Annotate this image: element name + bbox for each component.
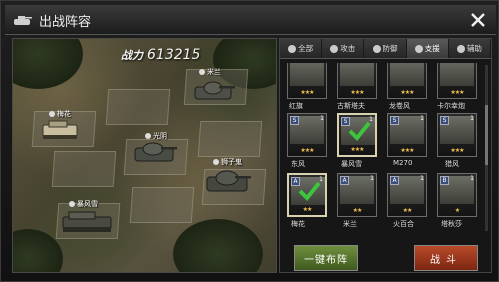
unit-card[interactable]: S 1 ★★★ bbox=[287, 113, 327, 157]
unit-name: 红旗 bbox=[289, 102, 303, 110]
checkmark-icon bbox=[348, 121, 371, 141]
unit-card[interactable]: ★★★ bbox=[387, 63, 427, 99]
class-badge: A bbox=[390, 176, 399, 185]
wrench-icon bbox=[69, 201, 75, 207]
unit-card[interactable]: ★★★ bbox=[337, 63, 377, 99]
deployed-unit[interactable] bbox=[193, 79, 237, 103]
deploy-slot[interactable] bbox=[197, 121, 263, 157]
unit-card[interactable]: S 1 ★★★ bbox=[437, 113, 477, 157]
deployed-unit[interactable] bbox=[205, 167, 253, 195]
tab-support[interactable]: 支援 bbox=[406, 39, 449, 58]
grid-scrollbar[interactable] bbox=[485, 65, 488, 231]
close-button[interactable] bbox=[466, 8, 490, 32]
tab-assist[interactable]: 辅助 bbox=[449, 39, 492, 58]
category-tabs: 全部 攻击 防御 支援 辅助 bbox=[280, 39, 492, 59]
assist-icon bbox=[456, 44, 465, 53]
deployed-unit[interactable] bbox=[61, 209, 115, 235]
unit-selection-panel: 全部 攻击 防御 支援 辅助 ★★★ ★★★ ★★★ ★★★ 红旗 古斯塔夫 龙… bbox=[279, 38, 492, 273]
unit-name: 龙卷风 bbox=[389, 102, 410, 110]
support-icon bbox=[414, 44, 423, 53]
tab-attack[interactable]: 攻击 bbox=[322, 39, 365, 58]
deploy-slot[interactable] bbox=[129, 187, 195, 223]
deploy-window: 出战阵容 战力 613215 梅花 米兰 光阴 狮子鬼 暴风雪 全部 攻击 防御… bbox=[0, 0, 499, 282]
wrench-icon bbox=[213, 159, 219, 165]
unit-card[interactable]: S 1 ★★★ bbox=[387, 113, 427, 157]
unit-name: 卡尔幸炮 bbox=[437, 102, 465, 110]
checkmark-icon bbox=[298, 181, 321, 201]
unit-card-selected[interactable]: S1 ★★★ bbox=[337, 113, 377, 157]
unit-label: 狮子鬼 bbox=[213, 157, 242, 167]
class-badge: S bbox=[440, 116, 449, 125]
unit-card[interactable]: B 1 ★ bbox=[437, 173, 477, 217]
tab-all[interactable]: 全部 bbox=[280, 39, 323, 58]
close-icon bbox=[471, 13, 485, 27]
deployed-unit[interactable] bbox=[133, 139, 179, 165]
title-bar: 出战阵容 bbox=[5, 5, 496, 35]
unit-grid: ★★★ ★★★ ★★★ ★★★ 红旗 古斯塔夫 龙卷风 卡尔幸炮 S 1 ★★★ S… bbox=[283, 63, 488, 233]
scroll-thumb[interactable] bbox=[485, 105, 488, 165]
unit-name: 暴风雪 bbox=[341, 160, 362, 168]
attack-icon bbox=[330, 44, 339, 53]
combat-power: 战力 613215 bbox=[121, 47, 200, 63]
unit-name: 古斯塔夫 bbox=[337, 102, 365, 110]
unit-label: 米兰 bbox=[199, 67, 221, 77]
power-label: 战力 bbox=[121, 49, 143, 62]
shield-icon bbox=[372, 44, 381, 53]
unit-name: 塔秋莎 bbox=[441, 220, 462, 228]
unit-card[interactable]: A 1 ★★ bbox=[387, 173, 427, 217]
unit-name: 东风 bbox=[291, 160, 305, 168]
unit-card[interactable]: ★★★ bbox=[287, 63, 327, 99]
window-title: 出战阵容 bbox=[39, 15, 92, 30]
class-badge: B bbox=[440, 176, 449, 185]
unit-name: 猎风 bbox=[445, 160, 459, 168]
tab-defense[interactable]: 防御 bbox=[364, 39, 407, 58]
deployed-unit[interactable] bbox=[41, 119, 81, 141]
unit-name: 米兰 bbox=[343, 220, 357, 228]
auto-deploy-button[interactable]: 一键布阵 bbox=[294, 245, 358, 271]
unit-card-selected[interactable]: A1 ★★ bbox=[287, 173, 327, 217]
unit-label: 暴风雪 bbox=[69, 199, 98, 209]
unit-name: M270 bbox=[393, 159, 413, 167]
class-badge: S bbox=[390, 116, 399, 125]
deploy-slot[interactable] bbox=[51, 151, 117, 187]
battlefield-map: 战力 613215 梅花 米兰 光阴 狮子鬼 暴风雪 bbox=[12, 38, 277, 273]
unit-card[interactable]: ★★★ bbox=[437, 63, 477, 99]
power-value: 613215 bbox=[147, 47, 201, 63]
person-icon bbox=[288, 44, 297, 53]
class-badge: S bbox=[290, 116, 299, 125]
deploy-slot[interactable] bbox=[105, 89, 171, 125]
unit-name: 梅花 bbox=[291, 220, 305, 228]
unit-label: 梅花 bbox=[49, 109, 71, 119]
unit-name: 火百合 bbox=[393, 220, 414, 228]
tank-icon bbox=[14, 16, 32, 25]
bush-decoration bbox=[13, 39, 83, 89]
unit-card[interactable]: A 1 ★★ bbox=[337, 173, 377, 217]
wrench-icon bbox=[199, 69, 205, 75]
class-badge: A bbox=[340, 176, 349, 185]
wrench-icon bbox=[49, 111, 55, 117]
battle-button[interactable]: 战斗 bbox=[414, 245, 478, 271]
bush-decoration bbox=[173, 219, 263, 272]
